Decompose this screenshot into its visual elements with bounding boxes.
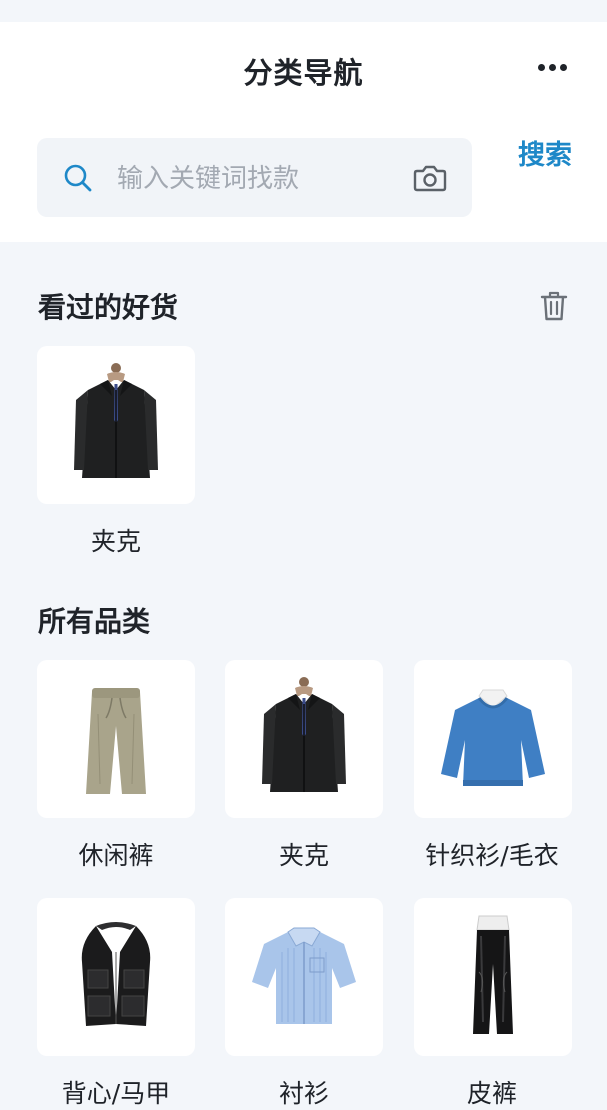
categories-section-title: 所有品类 bbox=[38, 605, 151, 638]
more-options-button[interactable] bbox=[530, 56, 574, 78]
more-dot-icon bbox=[537, 63, 545, 71]
trash-icon[interactable] bbox=[540, 290, 568, 322]
more-dot-icon bbox=[559, 63, 567, 71]
category-card-shirt[interactable] bbox=[225, 898, 383, 1056]
category-label: 针织衫/毛衣 bbox=[425, 841, 559, 870]
category-label: 衬衫 bbox=[278, 1079, 329, 1108]
more-dot-icon bbox=[548, 63, 556, 71]
category-card-jacket[interactable] bbox=[225, 660, 383, 818]
top-header: 分类导航 bbox=[0, 22, 607, 242]
shirt-icon bbox=[252, 927, 356, 1024]
camera-icon[interactable] bbox=[413, 162, 447, 194]
sweater-icon bbox=[441, 689, 545, 786]
category-card-vest[interactable] bbox=[37, 898, 195, 1056]
search-icon bbox=[64, 164, 92, 192]
search-bar[interactable] bbox=[37, 138, 472, 217]
category-label: 休闲裤 bbox=[78, 841, 154, 870]
leather-pants-icon bbox=[473, 915, 513, 1034]
vest-icon bbox=[81, 922, 151, 1026]
casual-pants-icon bbox=[86, 688, 146, 794]
category-card-casual-pants[interactable] bbox=[37, 660, 195, 818]
category-label: 夹克 bbox=[278, 841, 329, 870]
recent-item-card[interactable] bbox=[37, 346, 195, 504]
recent-section-title: 看过的好货 bbox=[38, 291, 179, 324]
search-input[interactable] bbox=[115, 158, 399, 200]
jacket-icon bbox=[74, 363, 158, 478]
recent-item-label: 夹克 bbox=[90, 527, 141, 556]
jacket-icon bbox=[262, 677, 346, 792]
category-card-leather-pants[interactable] bbox=[414, 898, 572, 1056]
category-label: 背心/马甲 bbox=[61, 1079, 171, 1108]
search-button[interactable]: 搜索 bbox=[500, 134, 590, 178]
status-bar bbox=[0, 0, 607, 22]
category-card-sweater[interactable] bbox=[414, 660, 572, 818]
page-title: 分类导航 bbox=[243, 56, 364, 90]
category-label: 皮裤 bbox=[466, 1079, 517, 1108]
